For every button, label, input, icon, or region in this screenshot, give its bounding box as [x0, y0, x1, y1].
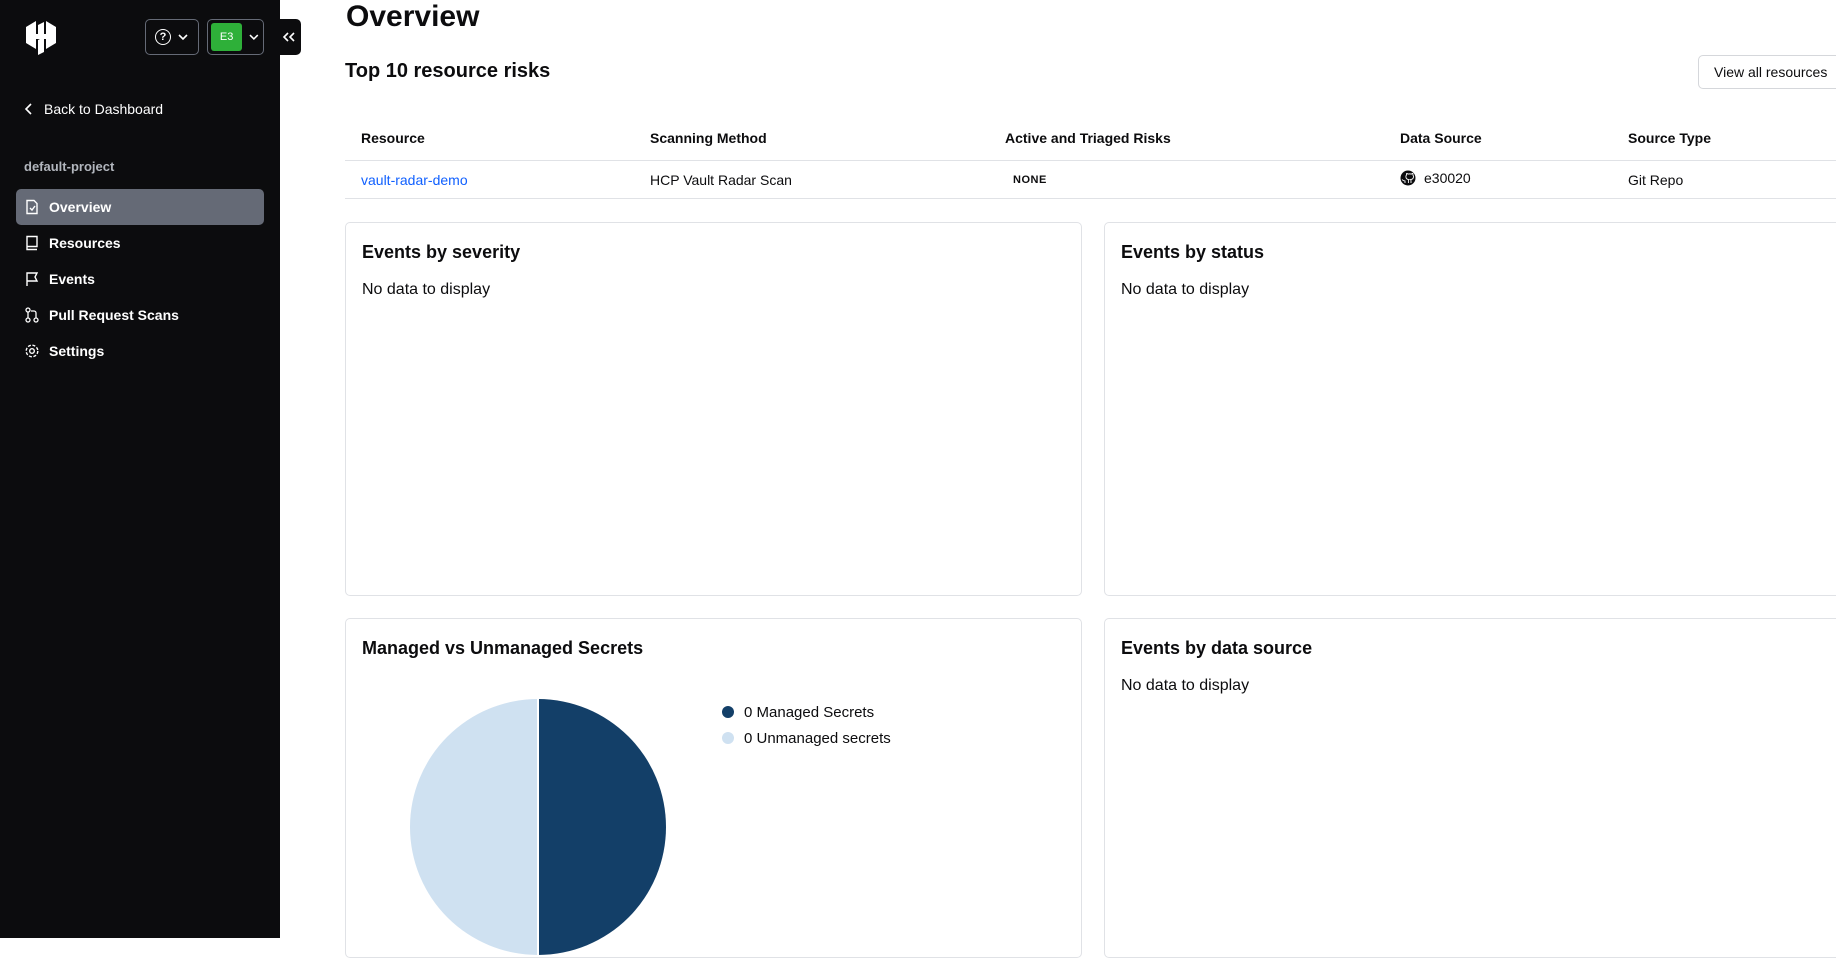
chevron-down-icon — [249, 34, 259, 41]
pie-slice-managed — [538, 699, 666, 955]
sidebar: ? E3 Back to Dashboard default-project O… — [0, 0, 280, 938]
legend-item-unmanaged: 0 Unmanaged secrets — [722, 725, 891, 751]
scanning-method: HCP Vault Radar Scan — [650, 171, 792, 188]
help-menu-button[interactable]: ? — [145, 19, 199, 55]
document-icon — [26, 199, 38, 215]
risks-table: Resource Scanning Method Active and Tria… — [345, 116, 1836, 199]
sidebar-item-label: Pull Request Scans — [49, 307, 179, 323]
column-header: Scanning Method — [650, 130, 767, 146]
column-header: Active and Triaged Risks — [1005, 130, 1171, 146]
card-title: Events by severity — [362, 242, 521, 262]
page-title: Overview — [346, 0, 480, 33]
org-avatar: E3 — [211, 23, 243, 51]
events-by-status-card: Events by status No data to display — [1104, 222, 1836, 596]
legend-label: 0 Unmanaged secrets — [744, 729, 891, 747]
card-title: Managed vs Unmanaged Secrets — [362, 638, 644, 658]
sidebar-item-label: Settings — [49, 343, 105, 359]
column-header: Resource — [361, 130, 425, 146]
git-pull-request-icon — [25, 307, 39, 323]
managed-vs-unmanaged-card: Managed vs Unmanaged Secrets 0 Managed S… — [345, 618, 1082, 958]
sidebar-nav: Overview Resources Events Pull Request S… — [16, 189, 264, 369]
github-icon — [1400, 170, 1416, 186]
table-header: Resource Scanning Method Active and Tria… — [345, 116, 1836, 161]
data-source: e30020 — [1400, 170, 1471, 186]
legend-item-managed: 0 Managed Secrets — [722, 699, 891, 725]
hashicorp-logo[interactable] — [22, 18, 60, 56]
gear-icon — [25, 344, 39, 358]
legend-swatch — [722, 732, 734, 744]
card-title: Events by data source — [1121, 638, 1313, 658]
empty-state: No data to display — [1121, 281, 1250, 298]
help-icon: ? — [155, 29, 171, 45]
table-row: vault-radar-demo HCP Vault Radar Scan NO… — [345, 161, 1836, 199]
secrets-pie-chart — [410, 699, 666, 955]
column-header: Data Source — [1400, 130, 1482, 146]
flag-icon — [26, 272, 39, 286]
double-chevron-left-icon — [282, 32, 295, 42]
chevron-left-icon — [24, 103, 32, 115]
back-to-dashboard-link[interactable]: Back to Dashboard — [24, 101, 163, 117]
card-title: Events by status — [1121, 242, 1265, 262]
chevron-down-icon — [178, 34, 188, 41]
events-by-severity-card: Events by severity No data to display — [345, 222, 1082, 596]
column-header: Source Type — [1628, 130, 1711, 146]
legend-label: 0 Managed Secrets — [744, 703, 875, 721]
empty-state: No data to display — [1121, 677, 1250, 694]
sidebar-item-resources[interactable]: Resources — [16, 225, 264, 261]
source-type: Git Repo — [1628, 171, 1684, 188]
sidebar-item-events[interactable]: Events — [16, 261, 264, 297]
sidebar-item-overview[interactable]: Overview — [16, 189, 264, 225]
collapse-sidebar-button[interactable] — [277, 19, 301, 55]
data-source-name: e30020 — [1424, 170, 1471, 186]
chart-legend: 0 Managed Secrets 0 Unmanaged secrets — [722, 699, 891, 751]
back-label: Back to Dashboard — [44, 101, 164, 117]
sidebar-item-label: Overview — [49, 199, 112, 215]
sidebar-item-label: Events — [49, 271, 95, 287]
view-all-resources-button[interactable]: View all resources — [1698, 55, 1836, 89]
pie-slice-unmanaged — [410, 699, 538, 955]
events-by-data-source-card: Events by data source No data to display — [1104, 618, 1836, 958]
risk-badge: NONE — [1013, 174, 1047, 186]
sidebar-item-label: Resources — [49, 235, 121, 251]
legend-swatch — [722, 706, 734, 718]
book-icon — [26, 235, 38, 251]
empty-state: No data to display — [362, 281, 491, 298]
project-name: default-project — [24, 159, 115, 174]
resource-link[interactable]: vault-radar-demo — [361, 172, 468, 188]
org-menu-button[interactable]: E3 — [207, 19, 264, 55]
sidebar-item-settings[interactable]: Settings — [16, 333, 264, 369]
main-content: Overview Top 10 resource risks View all … — [280, 0, 1836, 958]
top-risks-title: Top 10 resource risks — [345, 60, 551, 82]
sidebar-item-pull-request-scans[interactable]: Pull Request Scans — [16, 297, 264, 333]
